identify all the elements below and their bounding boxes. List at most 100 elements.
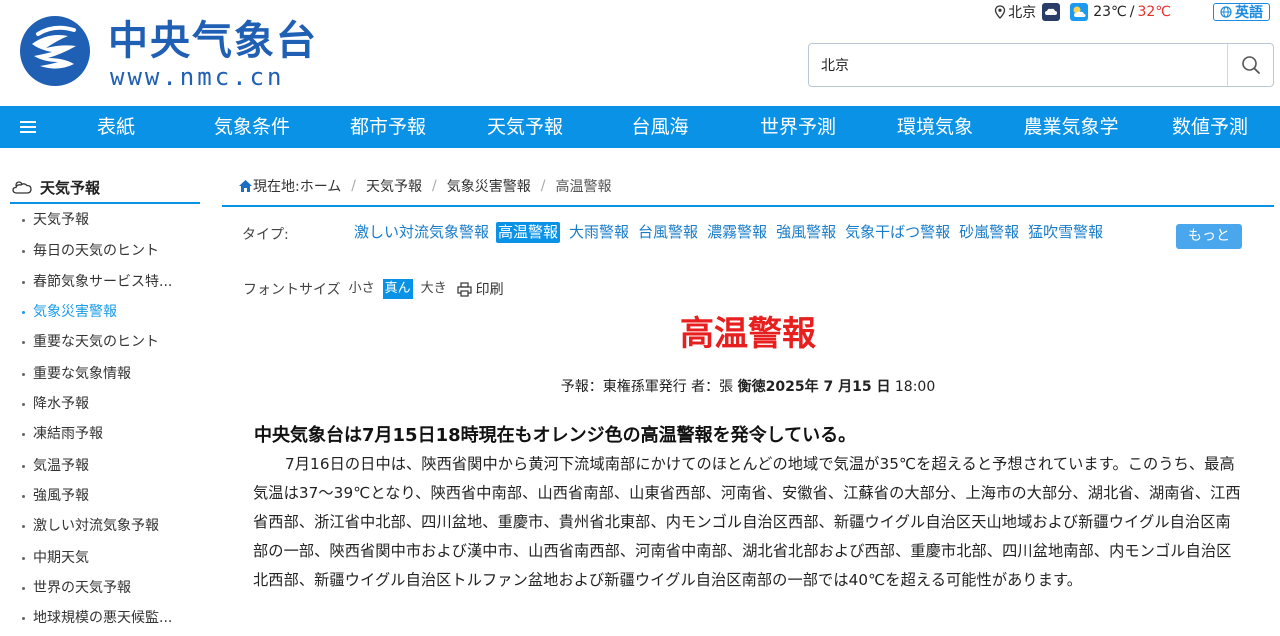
sidebar-item-label: 世界の天気予報 — [33, 580, 131, 596]
type-typhoon[interactable]: 台風警報 — [638, 222, 698, 243]
cloud-icon — [12, 181, 32, 194]
breadcrumb: 現在地:ホーム / 天気予報 / 気象災害警報 / 高温警報 — [238, 176, 611, 196]
type-drought[interactable]: 気象干ばつ警報 — [845, 222, 950, 243]
breadcrumb-separator: / — [540, 178, 546, 194]
sidebar-item[interactable]: 降水予報 — [22, 394, 192, 414]
bullet-icon — [22, 249, 25, 253]
more-button[interactable]: もっと — [1176, 224, 1242, 249]
cma-logo[interactable] — [18, 14, 92, 88]
nav-items: 表紙 気象条件 都市予報 天気予報 台風海 世界予測 環境気象 農業気象学 数値… — [56, 106, 1280, 148]
article-body: 7月16日の日中は、陝西省関中から黄河下流域南部にかけてのほとんどの地域で気温が… — [253, 455, 1241, 589]
sidebar-item[interactable]: 激しい対流気象予報 — [22, 516, 192, 536]
nav-item-numerical[interactable]: 数値予測 — [1150, 106, 1270, 148]
breadcrumb-item[interactable]: 気象災害警報 — [447, 176, 531, 196]
sidebar-item-label: 中期天気 — [33, 550, 89, 566]
nav-item-weather-forecast[interactable]: 天気予報 — [448, 106, 602, 148]
bullet-icon — [22, 218, 25, 222]
article-meta-prefix: 予報：東権孫軍発行 者：張 — [560, 379, 738, 395]
article-meta-time: 18:00 — [890, 379, 936, 395]
bullet-icon — [22, 556, 25, 560]
sidebar-item-label: 激しい対流気象予報 — [33, 518, 159, 534]
search-input[interactable] — [809, 44, 1227, 86]
search-button[interactable] — [1227, 44, 1273, 86]
type-fog[interactable]: 濃霧警報 — [707, 222, 767, 243]
hamburger-icon — [20, 121, 36, 133]
breadcrumb-divider — [222, 205, 1274, 207]
language-label: 英語 — [1235, 5, 1263, 21]
type-strong-wind[interactable]: 強風警報 — [776, 222, 836, 243]
site-header: 中央气象台 www.nmc.cn 北京 23℃ / 32℃ 英語 — [0, 0, 1280, 106]
bullet-icon — [22, 432, 25, 436]
sidebar-item[interactable]: 春節気象サービス特... — [22, 272, 192, 292]
type-heavy-rain[interactable]: 大雨警報 — [569, 222, 629, 243]
nav-item-world[interactable]: 世界予測 — [718, 106, 878, 148]
sidebar-item[interactable]: 中期天気 — [22, 548, 192, 568]
sidebar-item[interactable]: 毎日の天気のヒント — [22, 241, 192, 261]
breadcrumb-separator: / — [432, 178, 437, 194]
nav-item-conditions[interactable]: 気象条件 — [176, 106, 328, 148]
bullet-icon — [22, 494, 25, 498]
bullet-icon — [22, 402, 25, 406]
article-lead: 中央気象台は7月15日18時現在もオレンジ色の高温警報を発令している。 — [254, 425, 857, 446]
sun-cloud-icon — [1070, 3, 1089, 21]
breadcrumb-home[interactable]: 現在地:ホーム — [253, 176, 341, 196]
bullet-icon — [22, 280, 25, 284]
nav-item-typhoon[interactable]: 台風海 — [602, 106, 718, 148]
print-button[interactable]: 印刷 — [457, 279, 504, 299]
sidebar-item[interactable]: 世界の天気予報 — [22, 578, 192, 598]
sidebar-item[interactable]: 凍結雨予報 — [22, 424, 192, 444]
sidebar-item[interactable]: 地球規模の悪天候監... — [22, 608, 192, 628]
font-size-controls: フォントサイズ 小さ 真ん 大き 印刷 — [243, 279, 504, 299]
home-icon[interactable] — [238, 179, 253, 193]
language-button[interactable]: 英語 — [1213, 3, 1270, 21]
sidebar-item-label: 地球規模の悪天候監... — [33, 610, 173, 626]
location-pin-icon — [995, 5, 1006, 19]
printer-icon — [457, 281, 472, 297]
search-icon — [1241, 56, 1260, 74]
sidebar-item-label: 春節気象サービス特... — [33, 274, 173, 290]
type-high-temperature[interactable]: 高温警報 — [496, 222, 561, 243]
sidebar-item[interactable]: 天気予報 — [22, 210, 192, 230]
article-meta-date: 衡徳2025年 7 月15 日 — [737, 379, 891, 395]
type-severe-convection[interactable]: 激しい対流気象警報 — [354, 222, 489, 243]
bullet-icon — [22, 464, 25, 468]
sidebar-item-label: 降水予報 — [33, 396, 89, 412]
breadcrumb-separator: / — [351, 178, 357, 194]
sidebar-item[interactable]: 気温予報 — [22, 456, 192, 476]
top-weather-bar: 北京 23℃ / 32℃ 英語 — [994, 2, 1270, 22]
sidebar-item[interactable]: 強風予報 — [22, 486, 192, 506]
site-title[interactable]: 中央气象台 — [108, 18, 318, 64]
type-sandstorm[interactable]: 砂嵐警報 — [959, 222, 1019, 243]
temp-high: 32℃ — [1137, 4, 1171, 20]
breadcrumb-current: 高温警報 — [555, 179, 612, 195]
article-title: 高温警報 — [680, 314, 816, 354]
font-size-small[interactable]: 小さ — [347, 279, 377, 299]
menu-button[interactable] — [0, 106, 56, 148]
sidebar-item-label: 気温予報 — [33, 458, 89, 474]
bullet-icon — [22, 524, 25, 528]
type-label: タイプ: — [242, 227, 289, 243]
main-nav: 表紙 気象条件 都市予報 天気予報 台風海 世界予測 環境気象 農業気象学 数値… — [0, 106, 1280, 148]
night-cloud-icon — [1042, 3, 1061, 21]
breadcrumb-item[interactable]: 天気予報 — [366, 176, 422, 196]
location-name[interactable]: 北京 — [1008, 2, 1036, 22]
sidebar-item-label: 毎日の天気のヒント — [33, 243, 159, 259]
sidebar-item-label: 凍結雨予報 — [33, 426, 103, 442]
site-url[interactable]: www.nmc.cn — [110, 64, 285, 90]
print-label: 印刷 — [475, 282, 504, 298]
bullet-icon — [22, 616, 25, 620]
font-size-label: フォントサイズ — [243, 282, 341, 298]
nav-item-cover[interactable]: 表紙 — [56, 106, 176, 148]
nav-item-agriculture[interactable]: 農業気象学 — [992, 106, 1150, 148]
globe-icon — [1220, 6, 1232, 18]
font-size-large[interactable]: 大き — [419, 279, 449, 299]
temp-low: 23℃ — [1093, 4, 1127, 20]
article-meta: 予報：東権孫軍発行 者：張 衡徳2025年 7 月15 日 18:00 — [0, 376, 1280, 396]
bullet-icon — [22, 586, 25, 590]
nav-item-environment[interactable]: 環境気象 — [878, 106, 992, 148]
search-box — [808, 43, 1274, 87]
font-size-medium[interactable]: 真ん — [382, 279, 413, 299]
nav-item-city-forecast[interactable]: 都市予報 — [328, 106, 448, 148]
sidebar-item-label: 強風予報 — [33, 488, 89, 504]
type-blizzard[interactable]: 猛吹雪警報 — [1028, 222, 1103, 243]
